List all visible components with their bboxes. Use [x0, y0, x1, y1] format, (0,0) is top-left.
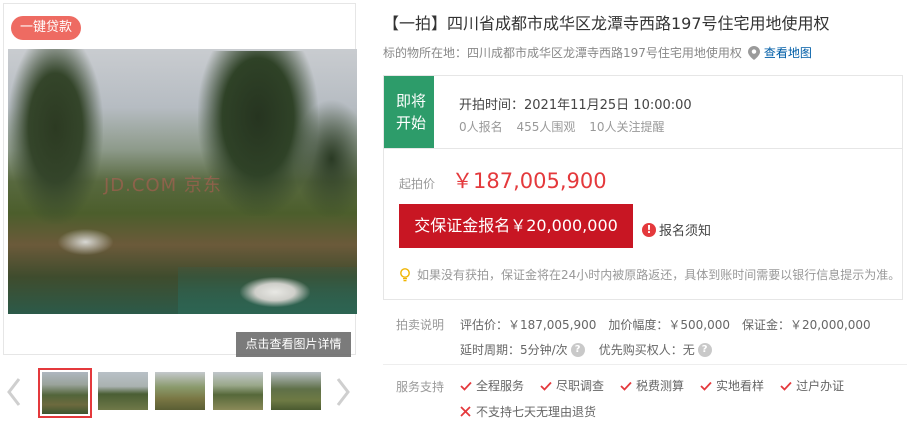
view-map-link[interactable]: 查看地图 — [764, 44, 812, 61]
priority-buyer: 优先购买权人：无 — [598, 343, 695, 357]
deposit-refund-tip-text: 如果没有获拍，保证金将在24小时内被原路返还，具体到账时间需要以银行信息提示为准… — [417, 268, 901, 282]
view-image-details-button[interactable]: 点击查看图片详情 — [236, 332, 351, 357]
thumbnail-2[interactable] — [98, 372, 148, 410]
service-item-label: 税费测算 — [636, 379, 685, 393]
thumbnail-1[interactable] — [38, 368, 92, 418]
pay-deposit-register-button[interactable]: 交保证金报名￥20,000,000 — [399, 204, 633, 248]
image-gallery: JD.COM 京东 一键贷款 点击查看图片详情 — [3, 3, 357, 357]
starting-price-label: 起拍价 — [399, 177, 436, 191]
jd-watermark: JD.COM 京东 — [104, 175, 222, 196]
service-item-label: 全程服务 — [476, 379, 525, 393]
check-icon — [700, 381, 712, 391]
auction-details-row-2: 延时周期：5分钟/次 ? 优先购买权人：无 ? — [460, 341, 712, 358]
check-icon — [540, 381, 552, 391]
auction-details-label: 拍卖说明 — [396, 318, 445, 332]
auction-details-row-1: 评估价：￥187,005,900 加价幅度：￥500,000 保证金：￥20,0… — [460, 316, 883, 333]
divider — [383, 364, 907, 365]
auction-stats: 0人报名 455人围观 10人关注提醒 — [459, 118, 674, 135]
starting-price: ￥187,005,900 — [452, 169, 607, 193]
thumbnail-4[interactable] — [213, 372, 263, 410]
no-return-policy-label: 不支持七天无理由退货 — [476, 405, 597, 419]
help-icon[interactable]: ? — [697, 342, 712, 357]
no-return-policy: 不支持七天无理由退货 — [460, 403, 596, 420]
location-label: 标的物所在地： — [383, 46, 468, 60]
service-list: 全程服务 尽职调查 税费测算 实地看样 过户办证 — [460, 377, 860, 394]
thumbnail-3[interactable] — [155, 372, 205, 410]
alert-icon: ! — [642, 222, 656, 237]
thumbnail-5[interactable] — [271, 372, 321, 410]
item-title: 【一拍】四川省成都市成华区龙潭寺西路197号住宅用地使用权 — [383, 14, 830, 33]
auction-panel: 即将 开始 开拍时间：2021年11月25日 10:00:00 0人报名 455… — [383, 75, 903, 300]
map-pin-icon — [747, 45, 760, 60]
service-item: 实地看样 — [700, 377, 764, 394]
service-item: 过户办证 — [780, 377, 844, 394]
check-icon — [620, 381, 632, 391]
thumbnail-prev-button[interactable] — [5, 374, 23, 410]
service-item: 全程服务 — [460, 377, 524, 394]
delay-period: 延时周期：5分钟/次 — [460, 343, 568, 357]
registration-notice-link[interactable]: ! 报名须知 — [642, 220, 711, 239]
loan-badge[interactable]: 一键贷款 — [11, 16, 82, 40]
close-icon — [460, 406, 471, 417]
registration-notice-label: 报名须知 — [659, 224, 712, 239]
service-item: 尽职调查 — [540, 377, 604, 394]
deposit-amount: 保证金：￥20,000,000 — [741, 318, 871, 332]
service-item-label: 过户办证 — [796, 379, 845, 393]
photo-tree — [8, 49, 103, 224]
check-icon — [780, 381, 792, 391]
reminder-count: 10人关注提醒 — [589, 120, 665, 134]
item-location: 标的物所在地： 四川成都市成华区龙潭寺西路197号住宅用地使用权 查看地图 — [383, 44, 812, 61]
service-item-label: 实地看样 — [716, 379, 765, 393]
view-count: 455人围观 — [516, 120, 576, 134]
service-support-label: 服务支持 — [396, 380, 445, 394]
help-icon[interactable]: ? — [570, 342, 585, 357]
bid-increment: 加价幅度：￥500,000 — [608, 318, 730, 332]
thumbnail-next-button[interactable] — [334, 374, 352, 410]
service-item-label: 尽职调查 — [556, 379, 605, 393]
status-line-1: 即将 — [396, 92, 427, 110]
start-time: 开拍时间：2021年11月25日 10:00:00 — [459, 98, 692, 113]
location-value: 四川成都市成华区龙潭寺西路197号住宅用地使用权 — [467, 46, 742, 60]
check-icon — [460, 381, 472, 391]
lightbulb-icon — [400, 267, 410, 281]
divider — [384, 148, 902, 149]
service-item: 税费测算 — [620, 377, 684, 394]
deposit-refund-tip: 如果没有获拍，保证金将在24小时内被原路返还，具体到账时间需要以银行信息提示为准… — [399, 266, 900, 283]
chevron-left-icon — [7, 378, 21, 406]
status-badge: 即将 开始 — [384, 76, 434, 148]
photo-rubble — [240, 277, 310, 307]
photo-tree — [293, 99, 357, 219]
chevron-right-icon — [336, 378, 350, 406]
status-line-2: 开始 — [396, 114, 427, 132]
thumbnail-strip — [38, 368, 334, 418]
main-photo[interactable]: JD.COM 京东 — [8, 49, 357, 314]
photo-rubble — [58, 229, 113, 255]
appraisal-price: 评估价：￥187,005,900 — [460, 318, 597, 332]
signup-count: 0人报名 — [459, 120, 503, 134]
